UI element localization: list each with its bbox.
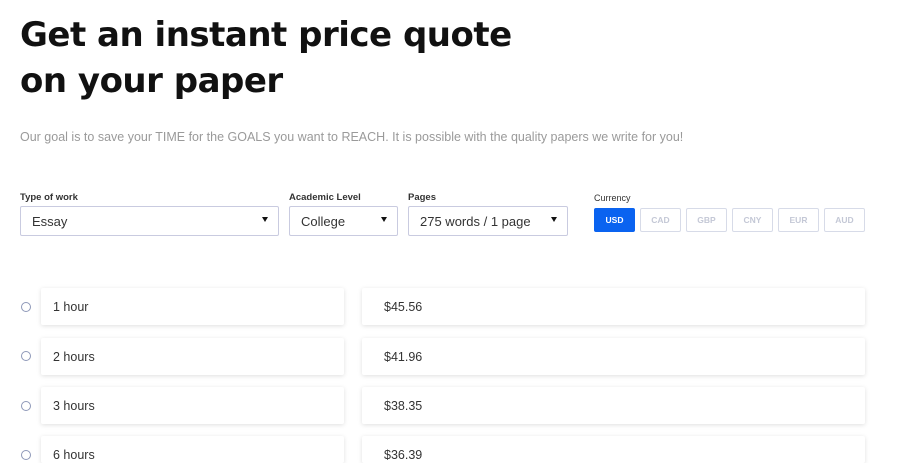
- type-of-work-label: Type of work: [20, 192, 78, 203]
- deadline-card[interactable]: 6 hours: [41, 436, 344, 463]
- currency-label: Currency: [594, 193, 631, 203]
- radio-icon[interactable]: [21, 401, 31, 411]
- deadline-card[interactable]: 1 hour: [41, 288, 344, 325]
- currency-cad-button[interactable]: CAD: [640, 208, 681, 232]
- academic-level-value: College: [301, 214, 346, 229]
- caret-down-icon: [262, 217, 268, 222]
- price-card[interactable]: $45.56: [362, 288, 865, 325]
- currency-cny-button[interactable]: CNY: [732, 208, 773, 232]
- academic-level-label: Academic Level: [289, 192, 361, 203]
- currency-usd-button[interactable]: USD: [594, 208, 635, 232]
- deadline-label: 6 hours: [53, 448, 95, 462]
- type-of-work-select[interactable]: Essay: [20, 206, 279, 236]
- caret-down-icon: [551, 217, 557, 222]
- type-of-work-value: Essay: [32, 214, 68, 229]
- radio-icon[interactable]: [21, 450, 31, 460]
- currency-eur-button[interactable]: EUR: [778, 208, 819, 232]
- radio-icon[interactable]: [21, 351, 31, 361]
- deadline-card[interactable]: 3 hours: [41, 387, 344, 424]
- caret-down-icon: [381, 217, 387, 222]
- price-label: $36.39: [384, 448, 423, 462]
- price-label: $45.56: [384, 300, 423, 314]
- price-card[interactable]: $38.35: [362, 387, 865, 424]
- pages-select[interactable]: 275 words / 1 page: [408, 206, 568, 236]
- page-title: Get an instant price quote on your paper: [20, 15, 512, 101]
- price-label: $41.96: [384, 350, 423, 364]
- price-label: $38.35: [384, 399, 423, 413]
- pages-label: Pages: [408, 192, 436, 203]
- deadline-card[interactable]: 2 hours: [41, 338, 344, 375]
- page-subtitle: Our goal is to save your TIME for the GO…: [20, 130, 684, 144]
- radio-icon[interactable]: [21, 302, 31, 312]
- price-card[interactable]: $36.39: [362, 436, 865, 463]
- deadline-label: 3 hours: [53, 399, 95, 413]
- price-card[interactable]: $41.96: [362, 338, 865, 375]
- currency-gbp-button[interactable]: GBP: [686, 208, 727, 232]
- deadline-label: 2 hours: [53, 350, 95, 364]
- academic-level-select[interactable]: College: [289, 206, 398, 236]
- pages-value: 275 words / 1 page: [420, 214, 531, 229]
- currency-aud-button[interactable]: AUD: [824, 208, 865, 232]
- deadline-label: 1 hour: [53, 300, 89, 314]
